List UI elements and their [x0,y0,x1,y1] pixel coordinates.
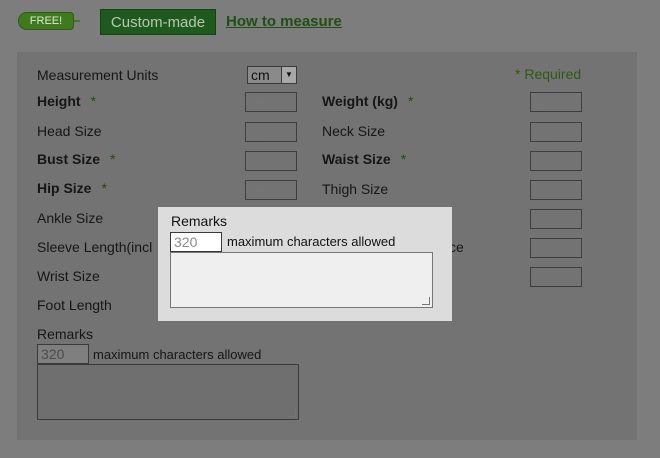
measurement-units-label: Measurement Units [37,67,159,83]
popup-char-counter: 320 [170,232,222,252]
remarks-textarea[interactable] [37,364,299,420]
foot-length-label: Foot Length [37,297,112,313]
bust-size-label: Bust Size * [37,151,115,167]
wrist-size-right-input[interactable] [530,267,582,287]
hip-size-input[interactable] [245,180,297,200]
remarks-max-text: maximum characters allowed [93,347,262,362]
bust-size-input[interactable] [245,151,297,171]
custom-made-button[interactable]: Custom-made [100,9,216,35]
head-size-input[interactable] [245,122,297,142]
head-size-label: Head Size [37,123,102,139]
waist-size-label: Waist Size * [322,151,406,167]
required-note: * Required [515,66,582,82]
popup-remarks-textarea[interactable] [170,252,433,308]
how-to-measure-link[interactable]: How to measure [226,13,342,30]
required-marker: * [90,93,97,109]
hip-size-label: Hip Size * [37,180,107,196]
measurement-units-value: cm [251,67,270,83]
weight-label: Weight (kg) * [322,93,413,109]
height-input[interactable] [245,92,297,112]
sleeve-length-label: Sleeve Length(incl [37,239,153,255]
thigh-size-input[interactable] [530,180,582,200]
ankle-size-right-input[interactable] [530,209,582,229]
wrist-size-label: Wrist Size [37,268,100,284]
required-marker: * [110,151,116,167]
chevron-down-icon: ▼ [281,67,296,83]
required-marker: * [400,151,407,167]
weight-label-text: Weight (kg) [322,93,398,109]
popup-max-text: maximum characters allowed [227,234,396,249]
height-label: Height * [37,93,96,109]
required-marker: * [407,93,414,109]
ankle-size-label: Ankle Size [37,210,104,226]
remarks-popup: Remarks 320 maximum characters allowed [158,207,452,321]
thigh-size-label: Thigh Size [322,181,389,197]
waist-size-label-text: Waist Size [322,151,391,167]
free-badge: FREE! [18,12,80,30]
popup-remarks-title: Remarks [171,213,228,229]
neck-size-input[interactable] [530,122,582,142]
height-label-text: Height [37,93,81,109]
hip-size-label-text: Hip Size [37,180,92,196]
required-marker: * [101,180,107,196]
waist-size-input[interactable] [530,151,582,171]
remarks-char-counter: 320 [37,344,89,364]
sleeve-right-input[interactable] [530,238,582,258]
remarks-label: Remarks [37,326,94,342]
measurement-units-select[interactable]: cm ▼ [247,66,297,84]
bust-size-label-text: Bust Size [37,151,101,167]
neck-size-label: Neck Size [322,123,386,139]
resize-grip-icon[interactable] [288,409,296,417]
weight-input[interactable] [530,92,582,112]
top-bar: FREE! Custom-made How to measure [0,0,660,44]
resize-grip-icon[interactable] [422,297,430,305]
